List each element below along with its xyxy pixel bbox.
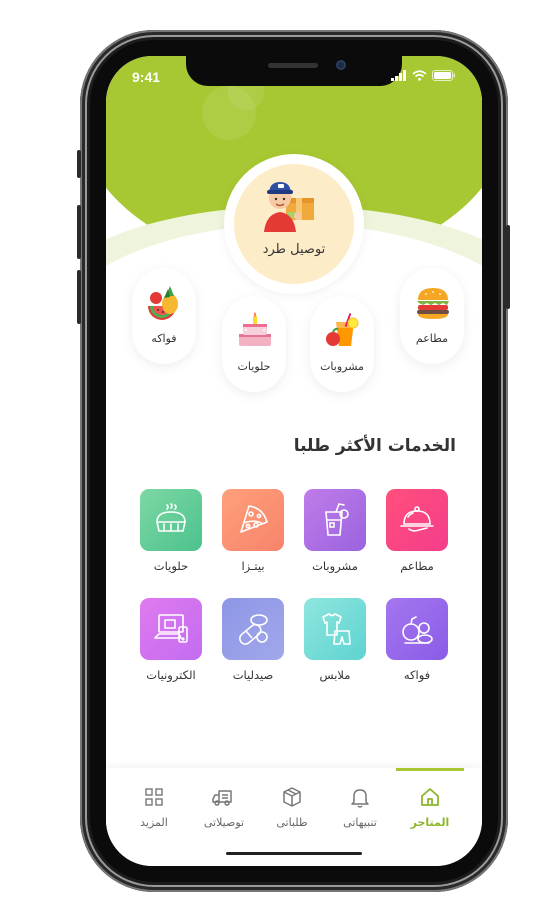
category-drinks-label: مشروبات: [320, 360, 364, 373]
service-clothes[interactable]: [304, 598, 366, 660]
app-screen: 9:41 توصيل طرد فواكه حلويات مشروبات مطاع…: [106, 56, 482, 866]
service-restaurants[interactable]: [386, 489, 448, 551]
service-fruits[interactable]: [386, 598, 448, 660]
nav-tab-orders[interactable]: طلباتى: [260, 786, 324, 829]
battery-icon: [432, 70, 455, 81]
nav-tab-orders-label: طلباتى: [276, 816, 308, 829]
service-electronics[interactable]: [140, 598, 202, 660]
devices-icon: [154, 614, 188, 643]
volume-up-button: [77, 205, 81, 259]
notch: [186, 56, 402, 86]
truck-icon: [212, 790, 232, 806]
cake-dome-icon: [156, 503, 186, 532]
clothes-icon: [322, 613, 351, 645]
service-clothes-label: ملابس: [319, 668, 351, 682]
status-time: 9:41: [132, 69, 161, 85]
wifi-icon: [412, 70, 427, 81]
pills-icon: [239, 614, 268, 645]
grid-icon: [145, 788, 163, 806]
nav-tab-more-label: المزيد: [140, 816, 168, 829]
cake-icon: [239, 312, 271, 346]
category-fruits-label: فواكه: [151, 332, 177, 345]
active-tab-indicator: [396, 768, 464, 771]
mute-switch: [77, 150, 81, 178]
home-indicator[interactable]: [226, 852, 362, 855]
service-pizza-label: بيتـزا: [241, 559, 265, 573]
fruit-basket-icon: [402, 616, 433, 644]
nav-tab-notifications-label: تنبيهاتى: [343, 816, 377, 829]
category-restaurants[interactable]: مطاعم: [400, 268, 464, 364]
status-icons: [391, 70, 456, 81]
burger-icon: [417, 288, 449, 319]
category-drinks[interactable]: مشروبات: [310, 296, 374, 392]
section-title: الخدمات الأكثر طلبا: [293, 436, 456, 456]
parcel-delivery-label: توصيل طرد: [262, 242, 326, 257]
nav-tab-deliveries[interactable]: توصيلاتى: [192, 786, 256, 829]
category-sweets[interactable]: حلويات: [222, 296, 286, 392]
service-drinks[interactable]: [304, 489, 366, 551]
nav-tab-stores[interactable]: المتاجر: [398, 786, 462, 829]
volume-down-button: [77, 270, 81, 324]
nav-tab-notifications[interactable]: تنبيهاتى: [328, 786, 392, 829]
service-pharmacies-label: صيدليات: [232, 668, 274, 682]
home-icon: [421, 788, 439, 806]
parcel-delivery-button[interactable]: توصيل طرد: [224, 154, 364, 294]
service-pharmacies[interactable]: [222, 598, 284, 660]
service-pizza[interactable]: [222, 489, 284, 551]
bell-icon: [351, 789, 369, 808]
drink-cup-icon: [325, 503, 349, 536]
fruits-icon: [148, 286, 178, 320]
pizza-icon: [240, 505, 268, 533]
service-drinks-label: مشروبات: [312, 559, 358, 573]
nav-tab-more[interactable]: المزيد: [122, 786, 186, 829]
nav-tab-deliveries-label: توصيلاتى: [203, 816, 245, 829]
service-restaurants-label: مطاعم: [400, 559, 434, 573]
delivery-man-icon: [264, 182, 314, 232]
category-sweets-label: حلويات: [237, 360, 271, 373]
box-icon: [283, 787, 301, 807]
service-electronics-label: الكترونيات: [146, 668, 196, 682]
food-cloche-icon: [400, 506, 434, 532]
signal-icon: [391, 70, 406, 81]
service-fruits-label: فواكه: [403, 668, 431, 682]
category-fruits[interactable]: فواكه: [132, 268, 196, 364]
power-button: [506, 225, 510, 309]
nav-tab-stores-label: المتاجر: [410, 816, 450, 829]
category-restaurants-label: مطاعم: [415, 332, 449, 345]
service-sweets[interactable]: [140, 489, 202, 551]
drink-icon: [326, 313, 359, 346]
service-sweets-label: حلويات: [153, 559, 189, 573]
